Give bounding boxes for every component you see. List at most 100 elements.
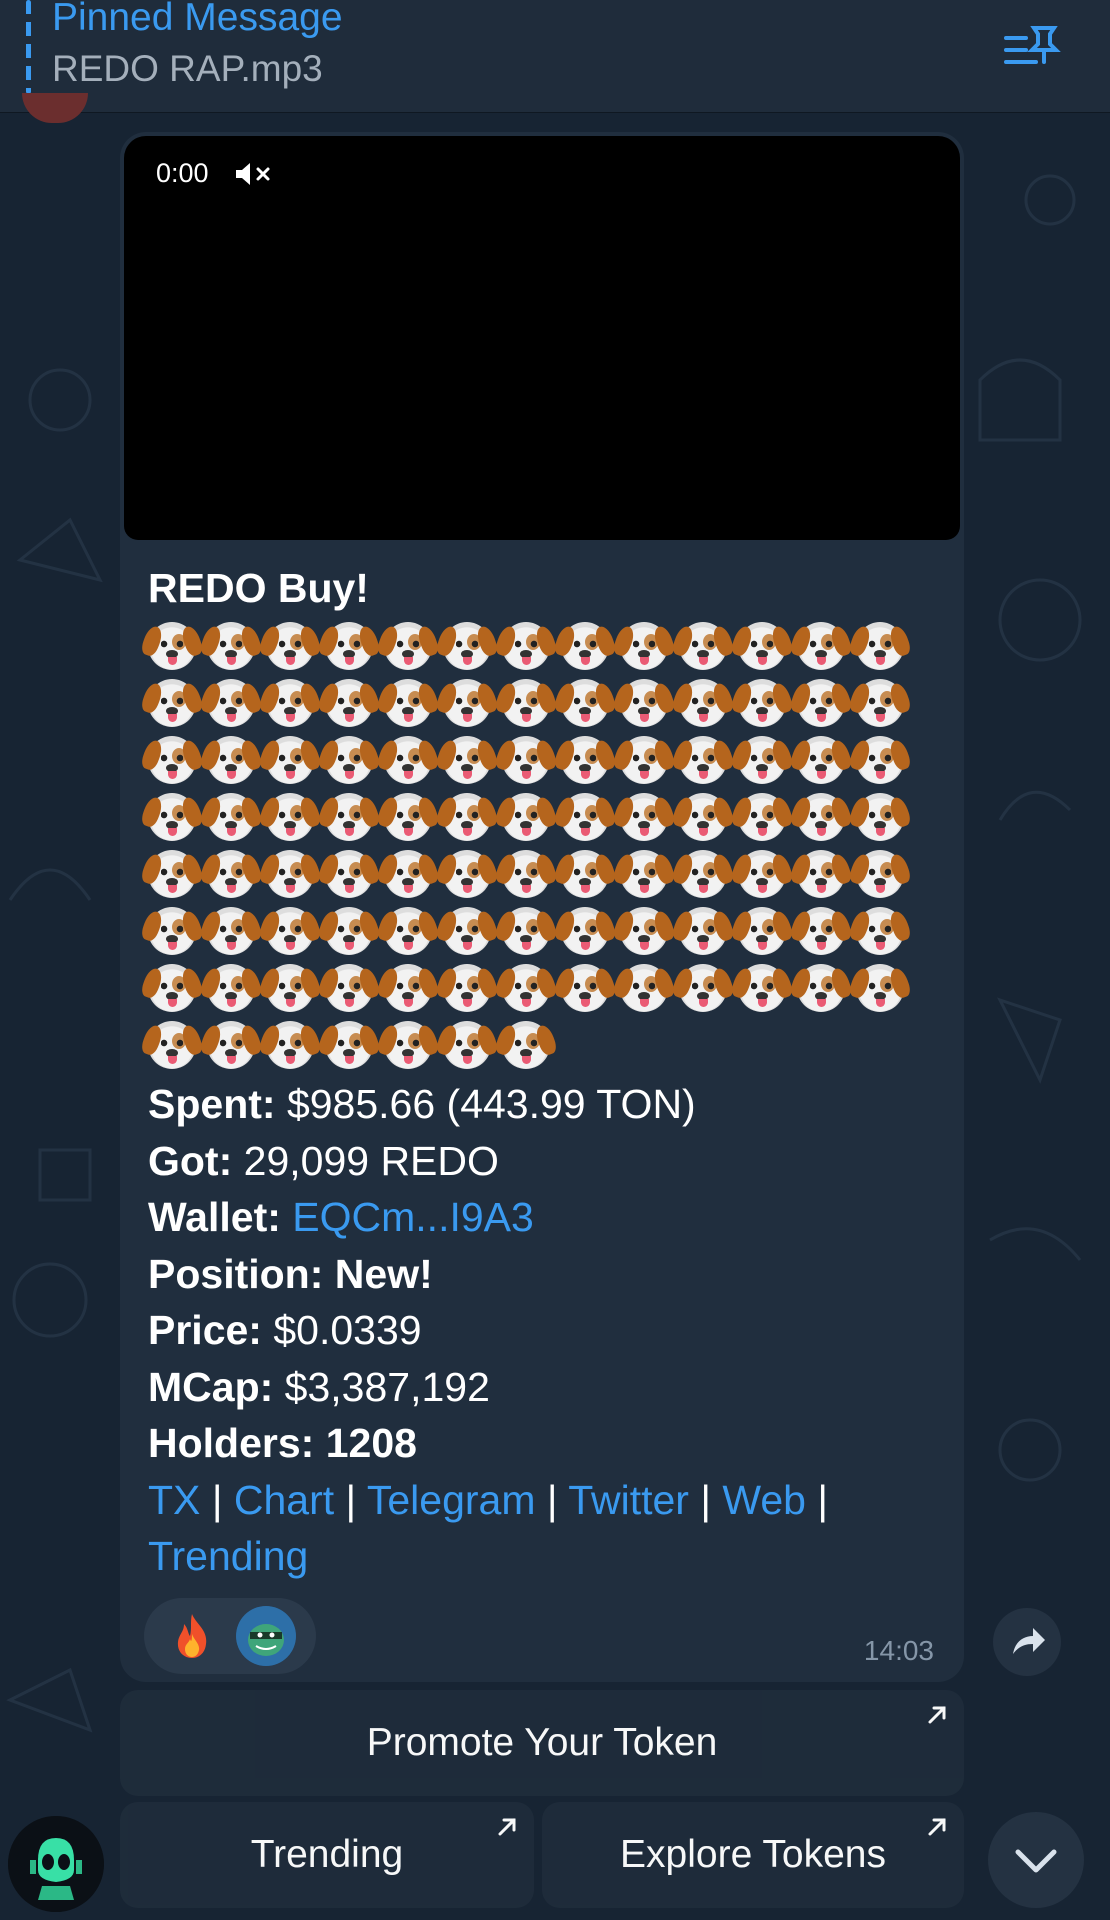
forward-button[interactable]: [993, 1608, 1061, 1676]
dog-face-icon: [561, 736, 609, 784]
stat-value: 29,099 REDO: [243, 1137, 499, 1184]
dog-face-icon: [856, 907, 904, 955]
link-separator: |: [546, 1476, 558, 1523]
dog-face-icon: [443, 736, 491, 784]
dog-face-icon: [561, 850, 609, 898]
dog-emoji-grid: [148, 618, 948, 1074]
dog-face-icon: [856, 736, 904, 784]
pinned-message-bar[interactable]: Pinned Message REDO RAP.mp3: [0, 0, 1110, 113]
dog-face-icon: [620, 850, 668, 898]
dog-face-icon: [384, 964, 432, 1012]
dog-face-icon: [443, 679, 491, 727]
stat-value: $0.0339: [273, 1307, 422, 1353]
external-link-icon: [928, 1706, 946, 1724]
dog-face-icon: [266, 1021, 314, 1069]
trending-button[interactable]: Trending: [120, 1802, 534, 1908]
dog-face-icon: [207, 793, 255, 841]
fire-emoji-icon[interactable]: [172, 1612, 212, 1660]
dog-face-icon: [738, 964, 786, 1012]
dog-face-icon: [148, 736, 196, 784]
message-title: REDO Buy!: [148, 565, 369, 611]
dog-face-icon: [738, 736, 786, 784]
dog-face-icon: [207, 1021, 255, 1069]
dog-face-icon: [679, 964, 727, 1012]
message-text: REDO Buy! Spent: $985.66 (443.99 TON) Go…: [148, 560, 948, 1585]
explore-tokens-button[interactable]: Explore Tokens: [542, 1802, 964, 1908]
dog-face-icon: [738, 679, 786, 727]
video-player[interactable]: 0:00: [124, 136, 960, 540]
dog-face-icon: [502, 736, 550, 784]
pinned-message-preview: REDO RAP.mp3: [52, 48, 323, 89]
dog-face-icon: [738, 793, 786, 841]
link-tx[interactable]: TX: [148, 1477, 200, 1523]
dog-face-icon: [384, 1021, 432, 1069]
reactions-bar[interactable]: [144, 1598, 316, 1674]
dog-face-icon: [266, 622, 314, 670]
link-telegram[interactable]: Telegram: [367, 1477, 536, 1523]
link-twitter[interactable]: Twitter: [568, 1477, 689, 1523]
reaction-user-avatar[interactable]: [236, 1606, 296, 1666]
links-line: TX | Chart | Telegram | Twitter | Web |: [148, 1472, 948, 1529]
dog-face-icon: [443, 964, 491, 1012]
dog-face-icon: [148, 964, 196, 1012]
dog-emoji-row: [148, 618, 948, 675]
dog-face-icon: [620, 793, 668, 841]
stat-label: Got:: [148, 1137, 233, 1184]
dog-face-icon: [679, 736, 727, 784]
muted-icon[interactable]: [234, 160, 274, 188]
stat-holders: Holders: 1208: [148, 1415, 948, 1472]
dog-face-icon: [148, 850, 196, 898]
dog-emoji-row: [148, 846, 948, 903]
dog-face-icon: [443, 622, 491, 670]
dog-face-icon: [679, 907, 727, 955]
stat-value: New!: [334, 1250, 433, 1297]
external-link-icon: [498, 1818, 516, 1836]
scroll-down-button[interactable]: [988, 1812, 1084, 1908]
dog-face-icon: [856, 622, 904, 670]
stat-got: Got: 29,099 REDO: [148, 1133, 948, 1190]
dog-face-icon: [266, 679, 314, 727]
dog-face-icon: [502, 793, 550, 841]
stat-label: Spent:: [148, 1081, 276, 1127]
promote-token-button[interactable]: Promote Your Token: [120, 1690, 964, 1796]
bot-avatar-icon: [8, 1816, 104, 1912]
dog-face-icon: [561, 679, 609, 727]
dog-face-icon: [620, 736, 668, 784]
link-separator: |: [345, 1476, 357, 1523]
dog-emoji-row: [148, 675, 948, 732]
links-line-2: Trending: [148, 1528, 948, 1585]
dog-face-icon: [620, 964, 668, 1012]
video-time: 0:00: [156, 158, 209, 188]
dog-face-icon: [325, 964, 373, 1012]
dog-face-icon: [384, 622, 432, 670]
dog-face-icon: [502, 679, 550, 727]
dog-face-icon: [856, 850, 904, 898]
dog-face-icon: [856, 793, 904, 841]
dog-face-icon: [207, 850, 255, 898]
dog-face-icon: [325, 793, 373, 841]
bot-avatar[interactable]: [8, 1816, 104, 1912]
wallet-link[interactable]: EQCm...I9A3: [292, 1194, 534, 1240]
link-separator: |: [211, 1476, 223, 1523]
link-chart[interactable]: Chart: [234, 1477, 334, 1523]
pinned-list-icon[interactable]: [1002, 22, 1062, 72]
dog-face-icon: [856, 679, 904, 727]
dog-face-icon: [502, 964, 550, 1012]
dog-face-icon: [384, 907, 432, 955]
link-web[interactable]: Web: [722, 1477, 806, 1523]
dog-face-icon: [325, 907, 373, 955]
pinned-indicator-line: [26, 0, 31, 94]
dog-face-icon: [443, 850, 491, 898]
dog-face-icon: [561, 793, 609, 841]
dog-face-icon: [443, 907, 491, 955]
dog-face-icon: [797, 736, 845, 784]
dog-face-icon: [679, 850, 727, 898]
stat-value: $3,387,192: [284, 1363, 490, 1410]
dog-face-icon: [266, 907, 314, 955]
stat-label: Holders:: [148, 1420, 315, 1466]
stat-position: Position: New!: [148, 1246, 948, 1303]
dog-face-icon: [384, 793, 432, 841]
link-trending[interactable]: Trending: [148, 1533, 308, 1579]
dog-face-icon: [207, 622, 255, 670]
dog-emoji-row: [148, 789, 948, 846]
